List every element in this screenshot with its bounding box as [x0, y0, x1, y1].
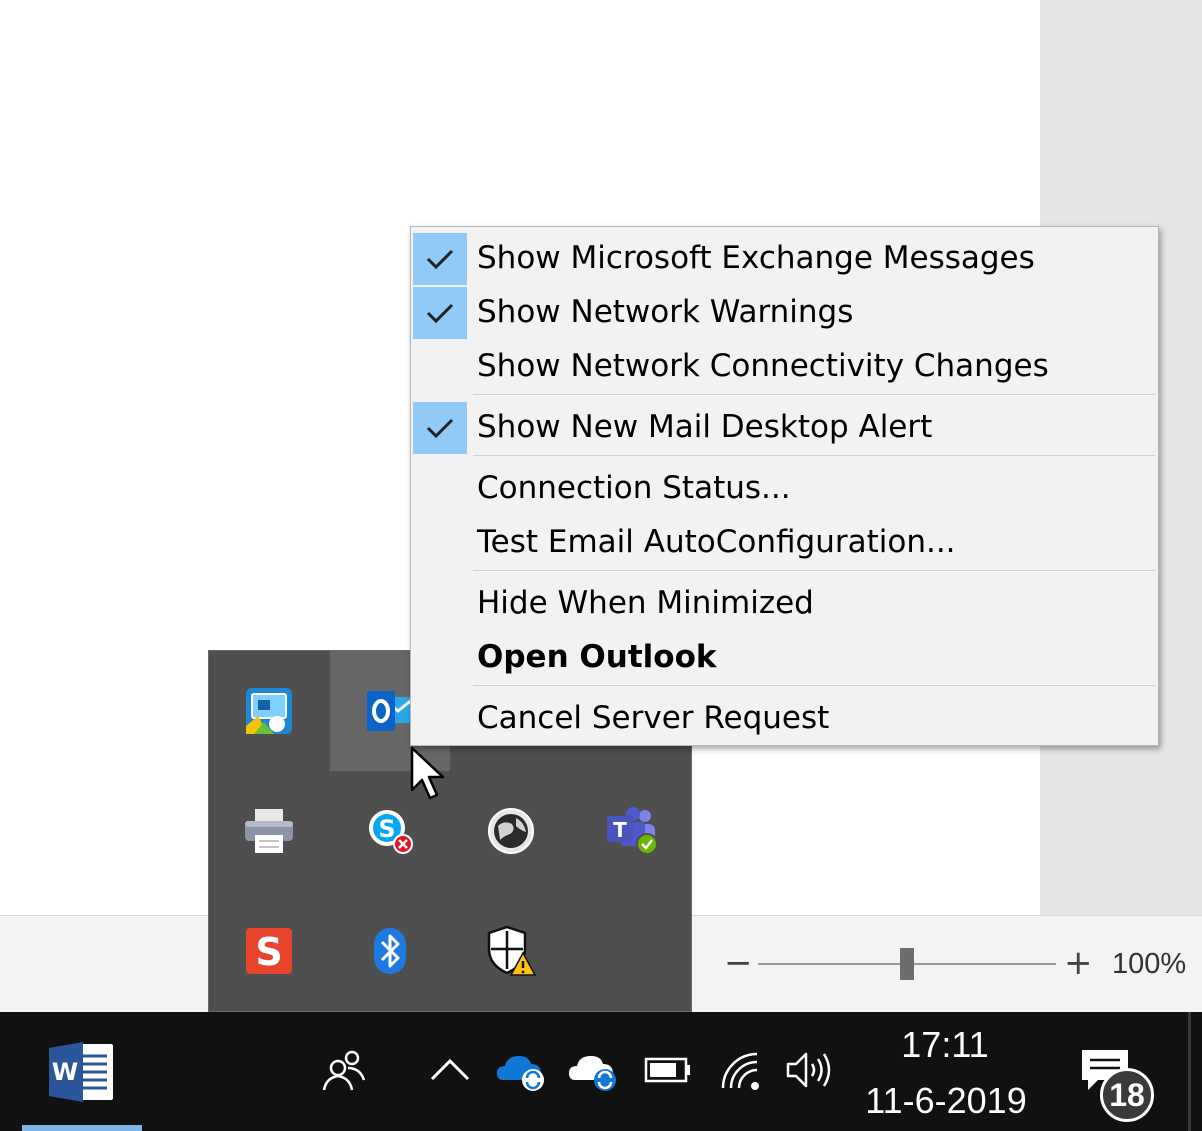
menu-item-label: Test Email AutoConfiguration...: [477, 524, 956, 560]
chevron-up-icon: [430, 1058, 470, 1081]
svg-text:W: W: [52, 1058, 78, 1086]
onedrive-sync-icon: [569, 1056, 616, 1091]
svg-text:S: S: [255, 930, 282, 974]
menu-item-label: Cancel Server Request: [477, 700, 830, 736]
printer-icon: [245, 809, 293, 853]
volume-button[interactable]: [782, 1042, 838, 1098]
outlook-icon: [367, 691, 414, 731]
mouse-cursor-icon: [410, 746, 445, 800]
tray-item-printer[interactable]: [209, 771, 329, 891]
windows-security-icon: [487, 925, 537, 976]
onedrive-personal-button[interactable]: [566, 1042, 622, 1098]
outlook-tray-context-menu: Show Microsoft Exchange Messages Show Ne…: [410, 226, 1159, 746]
menu-item-label: Connection Status...: [477, 470, 791, 506]
vpn-globe-icon: [488, 808, 534, 854]
intel-graphics-icon: [246, 688, 292, 734]
teams-icon: T: [607, 807, 658, 855]
show-hidden-icons-button[interactable]: [422, 1042, 478, 1098]
zoom-percentage[interactable]: 100%: [1112, 948, 1186, 981]
tray-item-snagit[interactable]: S: [209, 891, 329, 1011]
menu-item-label: Hide When Minimized: [477, 585, 814, 621]
action-center-button[interactable]: 18: [1078, 1046, 1154, 1126]
taskbar: W 17:11 11-6-2019 18: [0, 1012, 1202, 1131]
menu-item-show-network-warnings[interactable]: Show Network Warnings: [411, 285, 1158, 339]
tray-item-teams[interactable]: T: [572, 771, 692, 891]
check-icon: [413, 287, 467, 339]
menu-item-label: Show Microsoft Exchange Messages: [477, 240, 1035, 276]
menu-item-label: Open Outlook: [477, 639, 717, 675]
menu-item-connection-status[interactable]: Connection Status...: [411, 461, 1158, 515]
wifi-icon: [721, 1052, 759, 1090]
svg-text:T: T: [613, 818, 627, 842]
clock-date[interactable]: 11-6-2019: [858, 1080, 1034, 1122]
menu-separator: [473, 394, 1155, 395]
menu-item-test-autoconfiguration[interactable]: Test Email AutoConfiguration...: [411, 515, 1158, 569]
menu-item-show-new-mail-alert[interactable]: Show New Mail Desktop Alert: [411, 400, 1158, 454]
menu-item-label: Show Network Connectivity Changes: [477, 348, 1049, 384]
svg-text:S: S: [378, 815, 395, 843]
tray-item-security[interactable]: [451, 891, 571, 1011]
check-icon: [413, 402, 467, 454]
zoom-slider-thumb[interactable]: [900, 948, 914, 980]
onedrive-business-button[interactable]: [494, 1042, 550, 1098]
onedrive-sync-icon: [497, 1056, 544, 1091]
menu-item-show-exchange-messages[interactable]: Show Microsoft Exchange Messages: [411, 231, 1158, 285]
show-desktop-button[interactable]: [1188, 1012, 1191, 1131]
tray-item-vpn[interactable]: [451, 771, 571, 891]
taskbar-word-button[interactable]: W: [22, 1012, 142, 1131]
menu-item-open-outlook[interactable]: Open Outlook: [411, 630, 1158, 684]
menu-item-label: Show Network Warnings: [477, 294, 854, 330]
snagit-icon: S: [246, 928, 292, 974]
people-icon: [322, 1050, 366, 1091]
menu-separator: [473, 455, 1155, 456]
battery-button[interactable]: [640, 1042, 696, 1098]
menu-separator: [473, 685, 1155, 686]
menu-item-cancel-server-request[interactable]: Cancel Server Request: [411, 691, 1158, 745]
check-icon: [413, 233, 467, 285]
active-app-indicator: [22, 1125, 142, 1131]
skype-icon: S: [369, 810, 413, 854]
menu-item-show-connectivity-changes[interactable]: Show Network Connectivity Changes: [411, 339, 1158, 393]
zoom-out-button[interactable]: −: [724, 946, 753, 980]
battery-icon: [644, 1057, 690, 1083]
notification-count-badge: 18: [1100, 1068, 1154, 1122]
word-icon: W: [49, 1041, 113, 1102]
menu-separator: [473, 570, 1155, 571]
bluetooth-icon: [374, 928, 406, 974]
clock-time[interactable]: 17:11: [870, 1024, 1020, 1066]
tray-item-bluetooth[interactable]: [330, 891, 450, 1011]
network-button[interactable]: [714, 1042, 770, 1098]
tray-item-intel[interactable]: [209, 651, 329, 771]
people-button[interactable]: [316, 1042, 372, 1098]
menu-item-label: Show New Mail Desktop Alert: [477, 409, 933, 445]
zoom-in-button[interactable]: +: [1064, 946, 1093, 980]
menu-item-hide-when-minimized[interactable]: Hide When Minimized: [411, 576, 1158, 630]
speaker-icon: [786, 1052, 831, 1088]
